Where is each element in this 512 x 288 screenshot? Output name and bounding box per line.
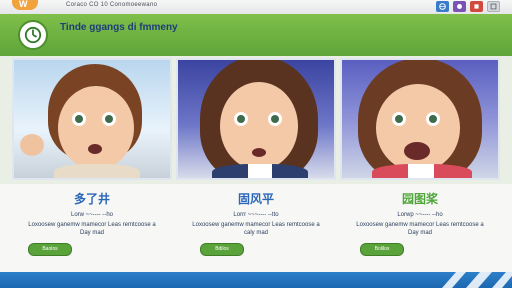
- character-image-3[interactable]: [340, 58, 500, 180]
- card-button[interactable]: Baolos: [28, 243, 72, 256]
- web-icon[interactable]: [436, 1, 449, 12]
- card-button[interactable]: Bolilos: [360, 243, 404, 256]
- card-text-area: 多了井 Lorw ~~---- --ho Loxoosew ganemw mam…: [0, 184, 512, 272]
- purple-app-icon[interactable]: [453, 1, 466, 12]
- red-app-icon[interactable]: [470, 1, 483, 12]
- card-2: 固风平 Lorrr ~~~---- --tto Loxoosew ganemw …: [176, 184, 336, 256]
- window-icon[interactable]: [487, 1, 500, 12]
- card-1: 多了井 Lorw ~~---- --ho Loxoosew ganemw mam…: [12, 184, 172, 256]
- toolbar: [436, 1, 500, 12]
- card-description: Loxoosew ganemw mamecor Leas remtcoose a…: [356, 222, 484, 236]
- logo-text: W: [19, 0, 28, 9]
- card-description: Loxoosew ganemw mamecor Leas remtcoose a…: [28, 222, 156, 236]
- card-subtitle: Lorw ~~---- --ho: [70, 212, 113, 218]
- character-image-1[interactable]: [12, 58, 172, 180]
- card-subtitle: Lorrr ~~~---- --tto: [233, 212, 279, 218]
- card-title: 多了井: [73, 192, 110, 206]
- card-button[interactable]: Bdilos: [200, 243, 244, 256]
- card-3: 园图桨 Lorwp ~~---- --ho Loxoosew ganemw ma…: [340, 184, 500, 256]
- footer-bar: [0, 272, 512, 288]
- card-subtitle: Lorwp ~~---- --ho: [397, 212, 443, 218]
- card-title: 园图桨: [401, 192, 438, 206]
- page-title: Tinde ggangs di fmmeny: [60, 22, 178, 33]
- character-image-2[interactable]: [176, 58, 336, 180]
- top-tagline: Coraco CO 10 Conomoeewano: [66, 2, 158, 8]
- header-banner: Tinde ggangs di fmmeny: [0, 14, 512, 56]
- clock-icon: [18, 20, 48, 50]
- card-description: Loxoosew ganemw mamecor Leas remtcoose a…: [192, 222, 320, 236]
- logo[interactable]: W: [12, 0, 38, 10]
- card-title: 固风平: [237, 192, 274, 206]
- top-bar: W Coraco CO 10 Conomoeewano: [0, 0, 512, 15]
- footer-stripes: [442, 272, 512, 288]
